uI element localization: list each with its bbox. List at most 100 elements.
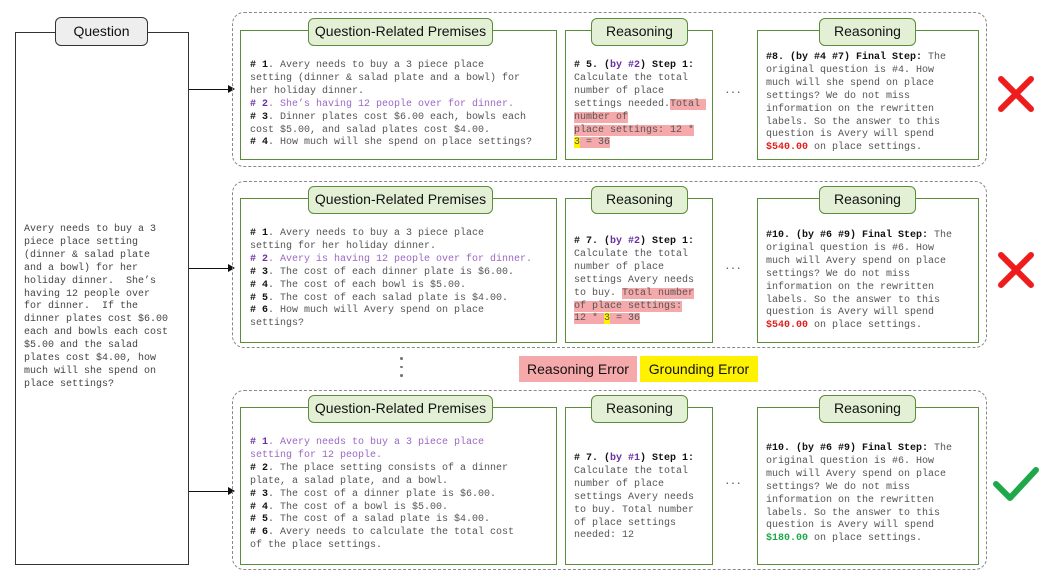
final-step-body: The original question is #6. How much wi… bbox=[766, 230, 953, 319]
final-step-title: Reasoning bbox=[819, 18, 916, 46]
premise-text: . How much will Avery spend on place set… bbox=[250, 305, 485, 330]
premise-number: # 5 bbox=[250, 514, 269, 526]
final-answer-amount: $180.00 bbox=[766, 533, 809, 545]
premises-title: Question-Related Premises bbox=[308, 18, 493, 46]
premise-number: # 2 bbox=[250, 253, 269, 265]
premise-item: # 5. The cost of each salad plate is $4.… bbox=[250, 293, 555, 306]
premise-text: . Avery needs to buy a 3 piece place set… bbox=[250, 60, 521, 97]
final-step-head: #10. (by #6 #9) Final Step: bbox=[766, 230, 929, 241]
omitted-steps-ellipsis: ··· bbox=[725, 258, 742, 275]
premise-number: # 4 bbox=[250, 279, 269, 291]
premise-number: # 1 bbox=[250, 228, 269, 239]
premise-number: # 2 bbox=[250, 462, 269, 474]
final-answer-amount: $540.00 bbox=[766, 320, 809, 332]
premise-text: . The cost of each bowl is $5.00. bbox=[268, 279, 467, 291]
wrong-cross-icon bbox=[997, 75, 1035, 113]
arrow-to-row-3 bbox=[189, 485, 235, 497]
premise-number: # 3 bbox=[250, 488, 269, 500]
reasoning-step-text: # 5. (by #2) Step 1: Calculate the total… bbox=[574, 60, 712, 150]
step-reference: by #1 bbox=[610, 453, 641, 464]
question-text: Avery needs to buy a 3 piece place setti… bbox=[24, 224, 169, 390]
premises-title: Question-Related Premises bbox=[308, 395, 493, 423]
reasoning-step-title: Reasoning bbox=[591, 18, 688, 46]
arrow-to-row-1 bbox=[189, 83, 235, 95]
reasoning-step-title: Reasoning bbox=[591, 395, 688, 423]
premise-number: # 4 bbox=[250, 501, 269, 513]
step-reference: by #2 bbox=[610, 60, 641, 71]
premise-item: # 3. The cost of a dinner plate is $6.00… bbox=[250, 489, 555, 502]
final-step-text: #10. (by #6 #9) Final Step: The original… bbox=[766, 230, 978, 333]
premise-number: # 1 bbox=[250, 437, 269, 448]
premises-title: Question-Related Premises bbox=[308, 186, 493, 214]
premise-number: # 5 bbox=[250, 292, 269, 304]
premise-item: # 6. How much will Avery spend on place … bbox=[250, 305, 555, 331]
omitted-steps-ellipsis: ··· bbox=[725, 474, 742, 490]
premises-list: # 1. Avery needs to buy a 3 piece place … bbox=[250, 437, 555, 553]
question-label: Question bbox=[55, 17, 148, 46]
premise-text: . The place setting consists of a dinner… bbox=[250, 462, 509, 487]
premise-text: . How much will she spend on place setti… bbox=[268, 137, 533, 149]
premise-text: . Avery is having 12 people over for din… bbox=[268, 253, 533, 265]
premise-number: # 3 bbox=[250, 111, 269, 123]
reasoning-error-result: = 36 bbox=[610, 313, 641, 325]
premise-item: # 2. She’s having 12 people over for din… bbox=[250, 99, 555, 112]
step-description: Calculate the total number of place sett… bbox=[574, 465, 695, 542]
premise-item: # 3. Dinner plates cost $6.00 each, bowl… bbox=[250, 112, 555, 138]
wrong-cross-icon bbox=[997, 251, 1035, 289]
premise-item: # 3. The cost of each dinner plate is $6… bbox=[250, 267, 555, 280]
premise-text: . She’s having 12 people over for dinner… bbox=[268, 98, 515, 110]
final-step-tail: on place settings. bbox=[808, 320, 923, 332]
step-head: # 7. ( bbox=[574, 453, 611, 464]
premise-item: # 4. The cost of a bowl is $5.00. bbox=[250, 502, 555, 515]
reasoning-step-text: # 7. (by #1) Step 1: Calculate the total… bbox=[574, 453, 712, 543]
arrow-to-row-2 bbox=[189, 262, 235, 274]
premise-item: # 2. The place setting consists of a din… bbox=[250, 463, 555, 489]
final-step-body: The original question is #4. How much wi… bbox=[766, 52, 947, 141]
reasoning-error-result: = 36 bbox=[580, 137, 611, 149]
final-step-body: The original question is #6. How much wi… bbox=[766, 443, 953, 532]
reasoning-step-text: # 7. (by #2) Step 1: Calculate the total… bbox=[574, 236, 712, 326]
legend-grounding-error: Grounding Error bbox=[640, 356, 758, 382]
premise-item: # 1. Avery needs to buy a 3 piece place … bbox=[250, 228, 555, 254]
premise-number: # 4 bbox=[250, 137, 269, 149]
step-head: # 7. ( bbox=[574, 236, 611, 247]
premise-item: # 6. Avery needs to calculate the total … bbox=[250, 527, 555, 553]
vertical-ellipsis bbox=[400, 357, 404, 383]
step-reference: by #2 bbox=[610, 236, 641, 247]
premise-item: # 2. Avery is having 12 people over for … bbox=[250, 254, 555, 267]
final-step-text: #8. (by #4 #7) Final Step: The original … bbox=[766, 52, 978, 155]
step-label: ) Step 1: bbox=[640, 236, 695, 247]
premise-number: # 2 bbox=[250, 98, 269, 110]
final-step-text: #10. (by #6 #9) Final Step: The original… bbox=[766, 443, 978, 546]
reasoning-step-title: Reasoning bbox=[591, 186, 688, 214]
premise-text: . The cost of each dinner plate is $6.00… bbox=[268, 266, 515, 278]
final-step-tail: on place settings. bbox=[808, 533, 923, 545]
premise-item: # 4. How much will she spend on place se… bbox=[250, 137, 555, 150]
final-step-title: Reasoning bbox=[819, 395, 916, 423]
step-label: ) Step 1: bbox=[640, 453, 695, 464]
premise-item: # 5. The cost of a salad plate is $4.00. bbox=[250, 514, 555, 527]
premise-text: . Dinner plates cost $6.00 each, bowls e… bbox=[250, 111, 527, 136]
step-head: # 5. ( bbox=[574, 60, 611, 71]
premise-item: # 1. Avery needs to buy a 3 piece place … bbox=[250, 60, 555, 99]
final-step-tail: on place settings. bbox=[808, 142, 923, 154]
premise-number: # 3 bbox=[250, 266, 269, 278]
step-label: ) Step 1: bbox=[640, 60, 695, 71]
final-step-title: Reasoning bbox=[819, 186, 916, 214]
premise-text: . The cost of a salad plate is $4.00. bbox=[268, 514, 491, 526]
correct-check-icon bbox=[992, 464, 1040, 504]
final-answer-amount: $540.00 bbox=[766, 142, 809, 154]
premise-number: # 6 bbox=[250, 527, 269, 539]
premise-item: # 4. The cost of each bowl is $5.00. bbox=[250, 280, 555, 293]
omitted-steps-ellipsis: ··· bbox=[725, 83, 742, 99]
premise-number: # 1 bbox=[250, 60, 269, 71]
final-step-head: #10. (by #6 #9) Final Step: bbox=[766, 443, 929, 454]
premise-text: . The cost of a dinner plate is $6.00. bbox=[268, 488, 497, 500]
premises-list: # 1. Avery needs to buy a 3 piece place … bbox=[250, 228, 555, 331]
premises-list: # 1. Avery needs to buy a 3 piece place … bbox=[250, 60, 555, 150]
premise-text: . The cost of a bowl is $5.00. bbox=[268, 501, 449, 513]
premise-item: # 1. Avery needs to buy a 3 piece place … bbox=[250, 437, 555, 463]
final-step-head: #8. (by #4 #7) Final Step: bbox=[766, 52, 923, 63]
premise-text: . Avery needs to calculate the total cos… bbox=[250, 527, 515, 552]
premise-text: . Avery needs to buy a 3 piece place set… bbox=[250, 228, 485, 252]
